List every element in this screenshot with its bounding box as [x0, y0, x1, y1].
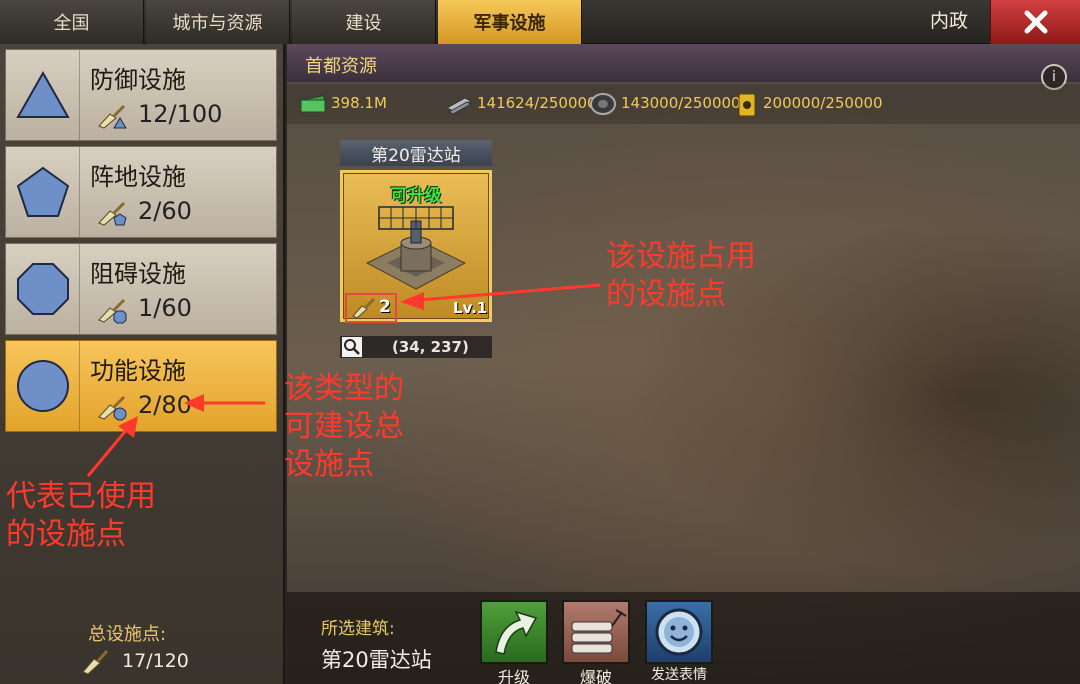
annotation-type-total: 该类型的 可建设总 设施点 [284, 370, 404, 484]
annotation-occupied-points: 该设施占用 的设施点 [606, 238, 756, 314]
annotation-line: 设施点 [284, 447, 374, 482]
annotation-arrows [86, 283, 601, 477]
annotation-line: 代表已使用 [6, 479, 156, 514]
annotation-line: 的设施点 [6, 517, 126, 552]
annotation-line: 可建设总 [284, 409, 404, 444]
annotation-line: 的设施点 [606, 277, 726, 312]
annotation-line: 该设施占用 [606, 239, 756, 274]
annotation-used-points: 代表已使用 的设施点 [6, 478, 156, 554]
annotation-line: 该类型的 [284, 371, 404, 406]
